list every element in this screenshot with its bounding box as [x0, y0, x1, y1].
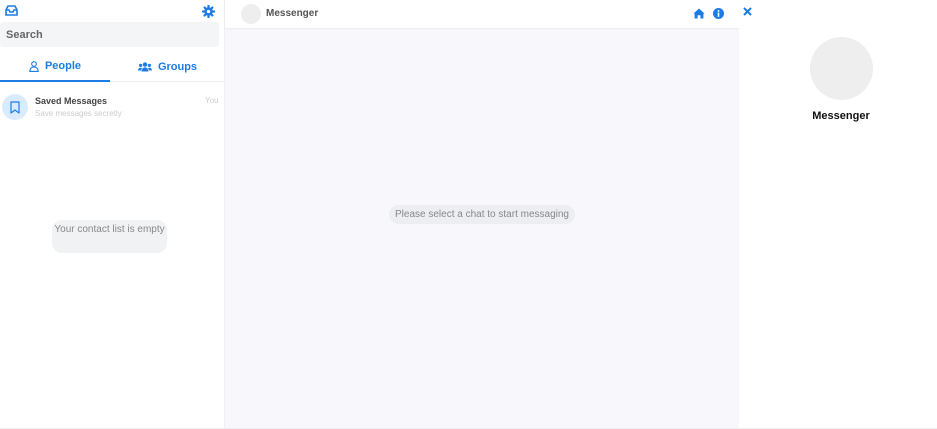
close-icon[interactable] — [743, 7, 752, 16]
info-icon[interactable] — [713, 8, 724, 19]
select-chat-message: Please select a chat to start messaging — [389, 205, 575, 224]
sidebar-tabs: People Groups — [0, 52, 225, 82]
avatar — [810, 37, 873, 100]
users-icon — [137, 62, 152, 72]
bookmark-icon — [10, 100, 20, 114]
tab-people[interactable]: People — [0, 52, 110, 82]
saved-messages-subtitle: Save messages secretly — [35, 109, 122, 118]
saved-messages-avatar — [2, 94, 28, 120]
chat-area: Messenger Please select a chat to start … — [225, 0, 739, 429]
tab-label: People — [44, 60, 82, 72]
avatar[interactable] — [241, 4, 261, 24]
search-input[interactable] — [0, 22, 219, 47]
chat-header: Messenger — [225, 0, 739, 28]
info-title: Messenger — [812, 110, 870, 122]
tab-groups[interactable]: Groups — [110, 52, 225, 82]
sidebar-toolbar — [0, 0, 225, 22]
saved-messages-item[interactable]: Saved Messages Save messages secretly Yo… — [0, 92, 225, 126]
messenger-app: People Groups Saved Message — [0, 0, 937, 429]
gear-icon[interactable] — [202, 5, 215, 18]
contacts-sidebar: People Groups Saved Message — [0, 0, 225, 429]
saved-messages-meta: You — [205, 96, 219, 105]
chat-title: Messenger — [266, 8, 319, 19]
empty-contacts-message: Your contact list is empty — [52, 220, 167, 253]
inbox-icon[interactable] — [5, 5, 18, 16]
tab-label: Groups — [157, 61, 198, 73]
user-icon — [29, 60, 39, 72]
saved-messages-title: Saved Messages — [35, 96, 108, 106]
info-panel: Messenger — [739, 0, 937, 429]
home-icon[interactable] — [693, 8, 705, 19]
